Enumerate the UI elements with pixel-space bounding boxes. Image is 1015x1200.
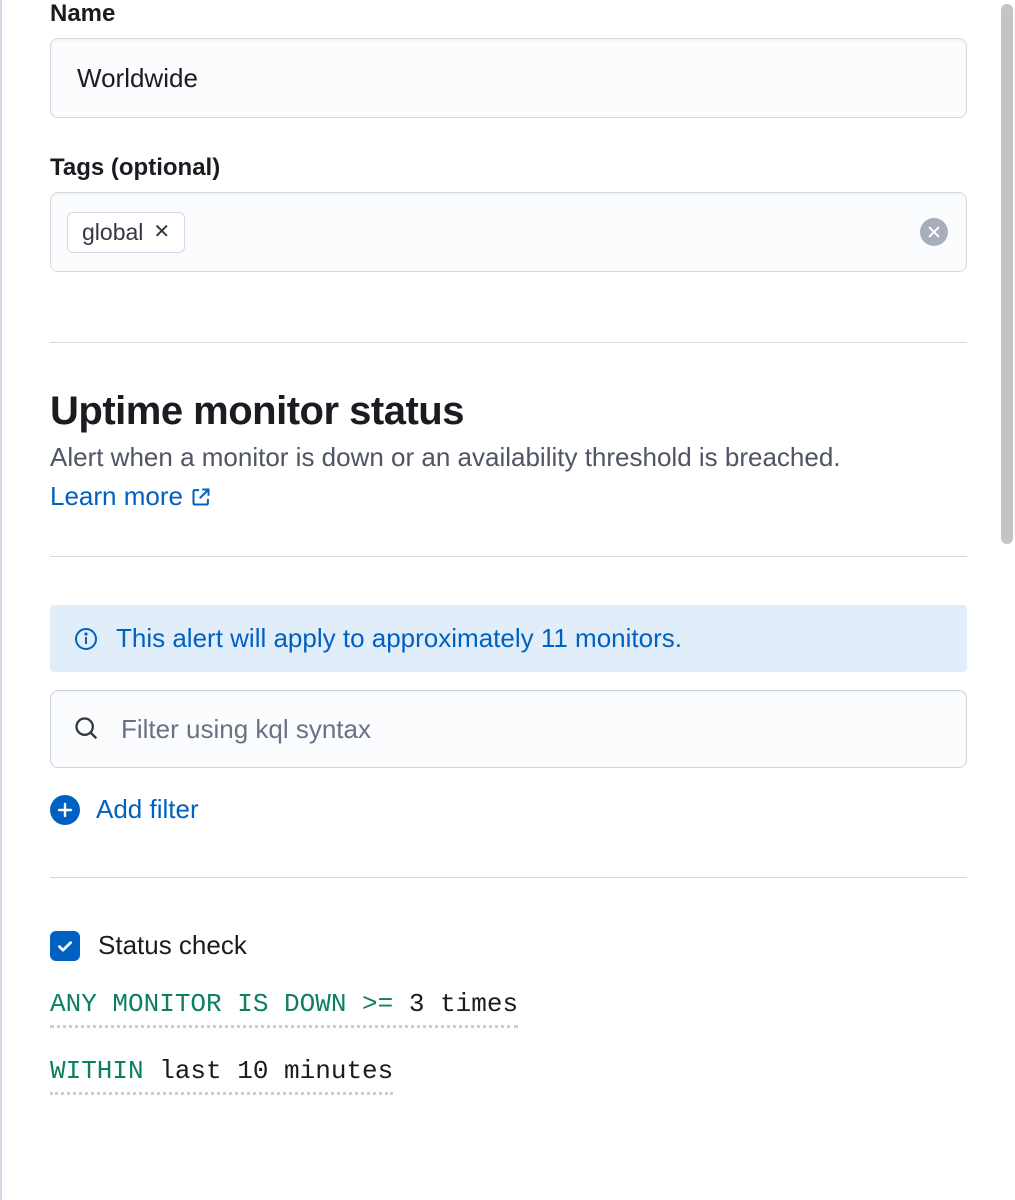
- scrollbar-track[interactable]: [999, 0, 1015, 1200]
- plus-circle-icon: [50, 795, 80, 825]
- expression-condition[interactable]: ANY MONITOR IS DOWN >= 3 times: [50, 989, 518, 1028]
- add-filter-button[interactable]: Add filter: [50, 794, 199, 825]
- status-check-checkbox[interactable]: [50, 931, 80, 961]
- tag-chip-label: global: [82, 219, 143, 246]
- monitors-callout: This alert will apply to approximately 1…: [50, 605, 967, 672]
- section-title: Uptime monitor status: [50, 389, 967, 434]
- tag-chip[interactable]: global ✕: [67, 212, 185, 253]
- name-group: Name: [50, 0, 967, 118]
- tags-clear-button[interactable]: [920, 218, 948, 246]
- tag-remove-icon[interactable]: ✕: [153, 222, 170, 242]
- check-icon: [56, 937, 74, 955]
- section-description: Alert when a monitor is down or an avail…: [50, 438, 967, 516]
- kql-filter-input[interactable]: [119, 713, 944, 746]
- info-icon: [74, 627, 98, 651]
- add-filter-label: Add filter: [96, 794, 199, 825]
- search-icon: [73, 715, 101, 743]
- name-input[interactable]: [50, 38, 967, 118]
- status-check-label: Status check: [98, 930, 247, 961]
- learn-more-link[interactable]: Learn more: [50, 477, 211, 516]
- tags-input[interactable]: global ✕: [50, 192, 967, 272]
- form-panel: Name Tags (optional) global ✕ Uptime mon…: [0, 0, 1015, 1200]
- monitors-callout-text: This alert will apply to approximately 1…: [116, 623, 682, 654]
- tags-group: Tags (optional) global ✕: [50, 154, 967, 272]
- name-label: Name: [50, 0, 967, 28]
- tags-label: Tags (optional): [50, 154, 967, 182]
- expression-window[interactable]: WITHIN last 10 minutes: [50, 1056, 393, 1095]
- kql-filter-wrap[interactable]: [50, 690, 967, 768]
- scrollbar-thumb[interactable]: [1001, 4, 1013, 544]
- close-icon: [927, 225, 941, 239]
- external-link-icon: [191, 487, 211, 507]
- status-check-row: Status check: [50, 930, 967, 961]
